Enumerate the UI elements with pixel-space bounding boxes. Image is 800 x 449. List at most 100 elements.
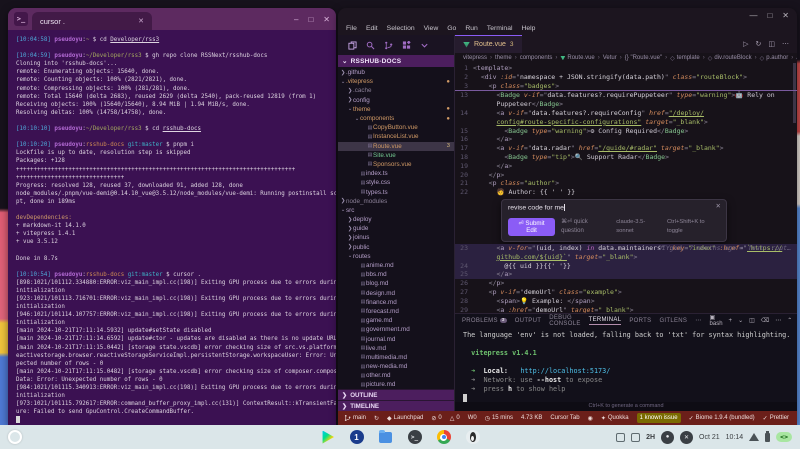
statusbar-item-15-mins[interactable]: ◷15 mins: [485, 415, 513, 422]
breadcrumb-item[interactable]: ◇ p.author: [760, 55, 789, 62]
code-editor[interactable]: 1<template>2 <div :id="namespace + JSON.…: [455, 63, 797, 313]
tree-item-deploy[interactable]: ❯deploy: [338, 215, 454, 224]
split-terminal-icon[interactable]: ◫: [749, 317, 755, 324]
model-label[interactable]: claude-3.5-sonnet: [616, 218, 661, 236]
tree-item-sponsors.vue[interactable]: ▤Sponsors.vue: [338, 160, 454, 169]
tree-item-types.ts[interactable]: ▤types.ts: [338, 187, 454, 196]
shelf-app-chrome[interactable]: [436, 430, 451, 445]
statusbar-item-biome-1-9-4-bundled-[interactable]: ✓Biome 1.9.4 (bundled): [689, 415, 755, 422]
statusbar-item-launchpad[interactable]: ◆Launchpad: [387, 415, 423, 422]
tree-item-instancelist.vue[interactable]: ▤InstanceList.vue: [338, 132, 454, 141]
statusbar-item-1-known-issue[interactable]: 1 known issue: [637, 413, 681, 423]
breadcrumb-item[interactable]: theme: [495, 55, 512, 61]
breadcrumb-item[interactable]: ◇ div.routeBlock: [708, 55, 752, 62]
menu-item-run[interactable]: Run: [465, 25, 477, 32]
maximize-panel-icon[interactable]: ⌃: [787, 317, 792, 324]
search-icon[interactable]: [366, 41, 375, 50]
tree-item-index.ts[interactable]: ▤index.ts: [338, 169, 454, 178]
statusbar-item-prettier[interactable]: ✓Prettier: [763, 415, 789, 422]
shelf-app-crostini-terminal[interactable]: >_: [407, 430, 422, 445]
explorer-root-header[interactable]: ⌄ RSSHUB-DOCS: [338, 55, 454, 67]
tree-item-site.vue[interactable]: ▤Site.vue: [338, 151, 454, 160]
breadcrumb-item[interactable]: Route.vue: [560, 55, 594, 61]
panel-tab-output[interactable]: OUTPUT: [515, 318, 541, 324]
new-terminal-icon[interactable]: +: [729, 318, 733, 324]
tree-item-picture.md[interactable]: ▤picture.md: [338, 380, 454, 389]
battery-icon[interactable]: [765, 433, 770, 442]
statusbar-item-4-73-kb[interactable]: 4.73 KB: [521, 415, 542, 421]
panel-tab-debug-console[interactable]: DEBUG CONSOLE: [549, 315, 580, 327]
maximize-icon[interactable]: □: [308, 15, 313, 24]
tree-item-style.css[interactable]: ▤style.css: [338, 178, 454, 187]
tree-item-public[interactable]: ❯public: [338, 243, 454, 252]
submit-edit-button[interactable]: ⏎ Submit Edit: [508, 218, 555, 236]
menu-item-view[interactable]: View: [424, 25, 439, 32]
tree-item-design.md[interactable]: ▤design.md: [338, 289, 454, 298]
statusbar-item-cursor-tab[interactable]: Cursor Tab: [550, 415, 579, 421]
breadcrumb-item[interactable]: components: [520, 55, 553, 61]
vm-code-badge[interactable]: <>: [776, 432, 792, 442]
tree-item-routes[interactable]: ⌄routes: [338, 252, 454, 261]
panel-tab-problems[interactable]: PROBLEMS3: [462, 318, 507, 324]
run-icon[interactable]: ▷: [743, 40, 748, 48]
terminal-tab[interactable]: cursor . ✕: [32, 12, 152, 30]
tree-item-finance.md[interactable]: ▤finance.md: [338, 298, 454, 307]
panel-tab-⋯[interactable]: ⋯: [695, 317, 701, 324]
extensions-icon[interactable]: [402, 41, 411, 50]
tree-item-node_modules[interactable]: ❯node_modules: [338, 197, 454, 206]
status-tray[interactable]: 2H ● ✕ Oct 21 10:14 <>: [616, 431, 800, 444]
terminal-dropdown-icon[interactable]: ⌄: [738, 317, 743, 324]
breadcrumb-item[interactable]: ◇ a: [796, 55, 797, 62]
menu-item-edit[interactable]: Edit: [366, 25, 378, 32]
menu-item-help[interactable]: Help: [521, 25, 535, 32]
date-label[interactable]: Oct 21: [699, 434, 720, 441]
tree-item-blog.md[interactable]: ▤blog.md: [338, 279, 454, 288]
statusbar-item-quokka[interactable]: ✦Quokka: [601, 415, 629, 422]
close-icon[interactable]: ✕: [716, 203, 721, 212]
tree-item-game.md[interactable]: ▤game.md: [338, 316, 454, 325]
split-editor-icon[interactable]: ◫: [768, 40, 775, 48]
minimize-icon[interactable]: —: [749, 11, 757, 20]
wifi-icon[interactable]: [749, 433, 759, 441]
terminal-tab-close-icon[interactable]: ✕: [138, 17, 144, 25]
menu-item-selection[interactable]: Selection: [387, 25, 415, 32]
source-control-icon[interactable]: [384, 41, 393, 50]
files-icon[interactable]: [348, 41, 357, 50]
tree-item-bbs.md[interactable]: ▤bbs.md: [338, 270, 454, 279]
tree-item-other.md[interactable]: ▤other.md: [338, 371, 454, 380]
tree-item-theme[interactable]: ⌄theme●: [338, 105, 454, 114]
tree-item-new-media.md[interactable]: ▤new-media.md: [338, 362, 454, 371]
close-icon[interactable]: ✕: [323, 15, 330, 24]
tree-item-government.md[interactable]: ▤government.md: [338, 325, 454, 334]
breadcrumb-item[interactable]: {} "Route.vue": [625, 55, 662, 61]
tree-item-src[interactable]: ⌄src: [338, 206, 454, 215]
statusbar-item-sync[interactable]: ↻: [374, 415, 379, 422]
breadcrumb-item[interactable]: ◇ template: [670, 55, 700, 62]
tab-route-vue[interactable]: Route.vue 3: [455, 35, 522, 53]
kill-terminal-icon[interactable]: ⌫: [761, 317, 769, 324]
breadcrumb-item[interactable]: vitepress: [463, 55, 487, 61]
tree-item-.github[interactable]: ❯.github: [338, 68, 454, 77]
panel-tab-ports[interactable]: PORTS: [629, 318, 651, 324]
shell-selector[interactable]: ▣ bash: [710, 314, 723, 327]
section-timeline[interactable]: ❯TIMELINE: [338, 400, 454, 411]
chevron-down-icon[interactable]: [420, 41, 429, 50]
tree-item-.vitepress[interactable]: ⌄.vitepress●: [338, 77, 454, 86]
statusbar-item-gear[interactable]: ◉: [588, 415, 593, 422]
launcher-button[interactable]: [8, 430, 22, 444]
menu-item-terminal[interactable]: Terminal: [487, 25, 513, 32]
breadcrumb-item[interactable]: Vetur: [603, 55, 617, 61]
tree-item-guide[interactable]: ❯guide: [338, 224, 454, 233]
statusbar-item-w0[interactable]: W0: [468, 415, 477, 421]
terminal-titlebar[interactable]: >_ cursor . ✕ – □ ✕: [8, 8, 336, 30]
tree-item-.cache[interactable]: ❯.cache: [338, 86, 454, 95]
notification-icon[interactable]: [631, 433, 640, 442]
shelf-app-play-store[interactable]: [320, 430, 335, 445]
section-outline[interactable]: ❯OUTLINE: [338, 389, 454, 400]
notification-icon[interactable]: [616, 433, 625, 442]
inline-edit-input[interactable]: revise code for me: [508, 204, 720, 218]
statusbar-item-0[interactable]: △0: [450, 415, 460, 422]
tree-item-anime.md[interactable]: ▤anime.md: [338, 261, 454, 270]
tray-app-icon[interactable]: ✕: [680, 431, 693, 444]
clock-label[interactable]: 10:14: [726, 434, 744, 441]
